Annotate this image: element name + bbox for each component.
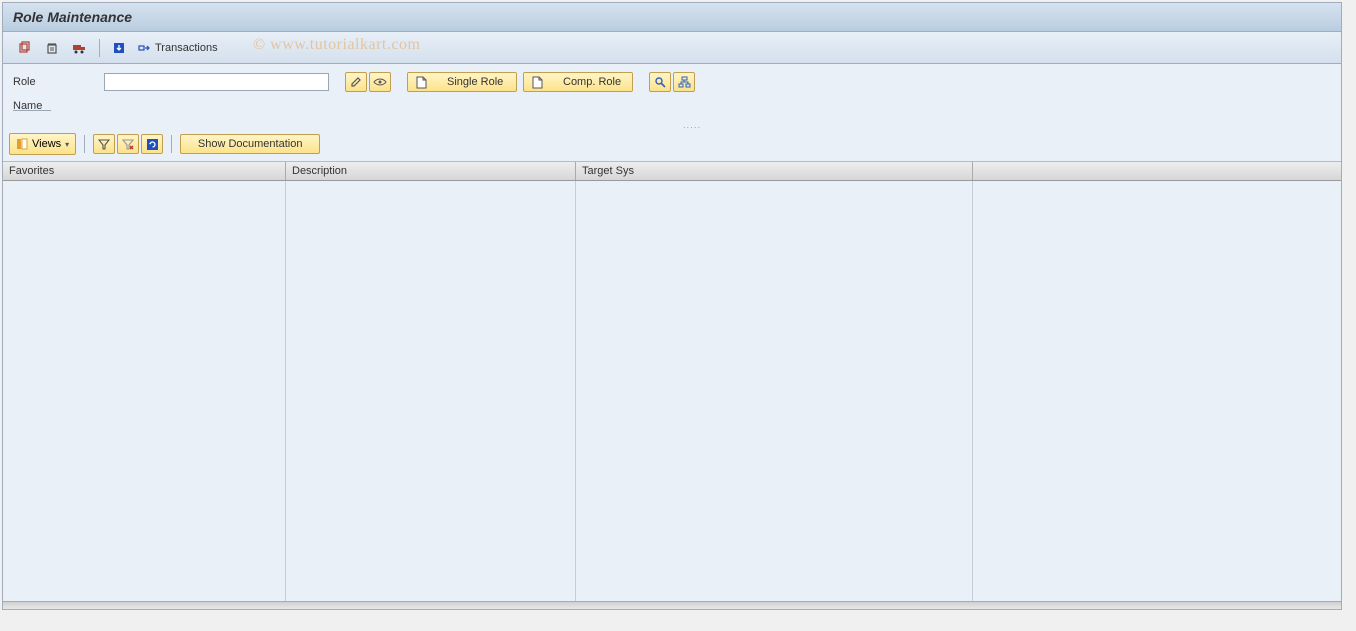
filter-delete-button[interactable] xyxy=(117,134,139,154)
role-label: Role xyxy=(13,76,98,88)
show-doc-label: Show Documentation xyxy=(198,138,303,150)
watermark: © www.tutorialkart.com xyxy=(253,36,420,54)
grid-body[interactable] xyxy=(3,181,1341,601)
refresh-button[interactable] xyxy=(141,134,163,154)
single-role-label: Single Role xyxy=(447,76,503,88)
comp-role-button[interactable]: Comp. Role xyxy=(523,72,633,92)
copy-icon[interactable] xyxy=(13,38,35,58)
form-area: Role Single Role Comp. Role xyxy=(3,64,1341,125)
footer-bar xyxy=(3,601,1341,609)
download-icon[interactable] xyxy=(108,38,130,58)
title-bar: Role Maintenance xyxy=(3,3,1341,32)
dropdown-icon: ▾ xyxy=(65,140,69,149)
col-target-sys[interactable]: Target Sys xyxy=(576,162,973,180)
role-input[interactable] xyxy=(104,73,329,91)
separator xyxy=(99,39,100,57)
comp-role-label: Comp. Role xyxy=(563,76,621,88)
separator xyxy=(171,135,172,153)
filter-button[interactable] xyxy=(93,134,115,154)
page-title: Role Maintenance xyxy=(13,9,132,25)
application-toolbar: Transactions © www.tutorialkart.com xyxy=(3,32,1341,64)
transactions-label: Transactions xyxy=(155,42,218,54)
views-label: Views xyxy=(32,138,61,150)
splitter-handle[interactable]: ····· xyxy=(672,123,712,132)
link-icon[interactable]: Transactions xyxy=(136,38,219,58)
display-button[interactable] xyxy=(369,72,391,92)
edit-button[interactable] xyxy=(345,72,367,92)
col-empty xyxy=(973,162,1341,180)
col-favorites[interactable]: Favorites xyxy=(3,162,286,180)
main-window: Role Maintenance Transactions © www.tuto… xyxy=(2,2,1342,610)
search-button[interactable] xyxy=(649,72,671,92)
name-underline xyxy=(13,110,51,111)
separator xyxy=(84,135,85,153)
single-role-button[interactable]: Single Role xyxy=(407,72,517,92)
col-description[interactable]: Description xyxy=(286,162,576,180)
show-documentation-button[interactable]: Show Documentation xyxy=(180,134,320,154)
transport-icon[interactable] xyxy=(69,38,91,58)
grid-header: Favorites Description Target Sys xyxy=(3,161,1341,181)
structure-button[interactable] xyxy=(673,72,695,92)
delete-icon[interactable] xyxy=(41,38,63,58)
views-button[interactable]: Views ▾ xyxy=(9,133,76,155)
